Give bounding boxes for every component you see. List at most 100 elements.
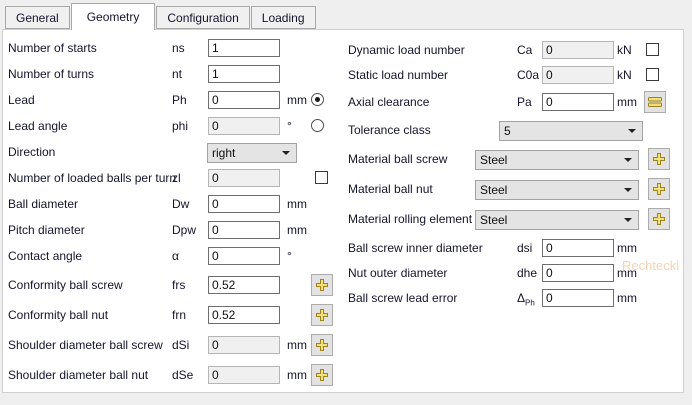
lead-radio[interactable] — [311, 93, 324, 106]
field-label: Number of loaded balls per turn — [8, 171, 176, 185]
field-label: Conformity ball screw — [8, 278, 123, 292]
field-label: Ball screw inner diameter — [348, 241, 483, 255]
nut-outer-diameter-input[interactable] — [542, 264, 614, 282]
number-of-starts-input[interactable] — [208, 39, 280, 57]
unit-label: kN — [617, 43, 632, 57]
static-load-checkbox[interactable] — [646, 68, 659, 81]
row-axial-clearance: Axial clearance Pa mm — [348, 93, 686, 115]
material-ball-nut-dropdown[interactable]: Steel — [475, 180, 639, 200]
row-material-ball-nut: Material ball nut Steel — [348, 180, 686, 202]
row-contact-angle: Contact angle α ° — [8, 247, 342, 269]
number-of-turns-input[interactable] — [208, 65, 280, 83]
row-conformity-ball-nut: Conformity ball nut frn — [8, 306, 342, 328]
tab-general[interactable]: General — [5, 6, 70, 29]
field-symbol: nt — [172, 67, 182, 81]
dropdown-value: Steel — [480, 183, 507, 197]
unit-label: mm — [617, 241, 637, 255]
unit-label: mm — [287, 197, 307, 211]
field-label: Ball screw lead error — [348, 291, 457, 305]
geometry-dialog: { "tabs": [ { "label": "General", "activ… — [0, 0, 692, 405]
tolerance-class-dropdown[interactable]: 5 — [499, 121, 643, 141]
direction-dropdown[interactable]: right — [207, 143, 297, 163]
material-ball-nut-plus-button[interactable] — [648, 178, 670, 200]
plus-icon — [652, 182, 666, 196]
row-ball-screw-inner-diameter: Ball screw inner diameter dsi mm — [348, 239, 686, 261]
field-label: Conformity ball nut — [8, 308, 108, 322]
field-label: Tolerance class — [348, 123, 431, 137]
field-symbol: ΔPh — [517, 291, 535, 307]
conformity-ball-nut-plus-button[interactable] — [311, 304, 333, 326]
field-symbol: dsi — [517, 241, 532, 255]
row-ball-diameter: Ball diameter Dw mm — [8, 195, 342, 217]
field-symbol: dSi — [172, 338, 189, 352]
field-label: Material ball screw — [348, 152, 447, 166]
dropdown-value: Steel — [480, 153, 507, 167]
chevron-down-icon — [624, 158, 632, 162]
field-symbol: phi — [172, 119, 188, 133]
field-label: Direction — [8, 145, 55, 159]
tab-geometry[interactable]: Geometry — [71, 3, 156, 30]
unit-label: mm — [287, 93, 307, 107]
pitch-diameter-input[interactable] — [208, 221, 280, 239]
row-nut-outer-diameter: Nut outer diameter dhe mm — [348, 264, 686, 286]
conformity-ball-screw-plus-button[interactable] — [311, 274, 333, 296]
unit-label: mm — [287, 368, 307, 382]
lead-angle-radio[interactable] — [311, 119, 324, 132]
plus-icon — [315, 338, 329, 352]
row-number-of-turns: Number of turns nt — [8, 65, 342, 87]
lead-input[interactable] — [208, 91, 280, 109]
field-symbol: ns — [172, 41, 185, 55]
material-ball-screw-plus-button[interactable] — [648, 148, 670, 170]
chevron-down-icon — [624, 218, 632, 222]
field-label: Number of turns — [8, 67, 94, 81]
unit-label: mm — [617, 95, 637, 109]
chevron-down-icon — [282, 151, 290, 155]
field-label: Axial clearance — [348, 95, 429, 109]
loaded-balls-checkbox[interactable] — [315, 171, 328, 184]
field-label: Material rolling element — [348, 212, 472, 226]
shoulder-diameter-ball-nut-input — [208, 366, 280, 384]
field-label: Lead angle — [8, 119, 67, 133]
field-label: Shoulder diameter ball screw — [8, 338, 163, 352]
list-icon — [648, 96, 662, 108]
ball-diameter-input[interactable] — [208, 195, 280, 213]
field-label: Dynamic load number — [348, 43, 465, 57]
contact-angle-input[interactable] — [208, 247, 280, 265]
row-static-load-number: Static load number C0a kN — [348, 66, 686, 88]
material-rolling-element-plus-button[interactable] — [648, 208, 670, 230]
axial-clearance-list-button[interactable] — [644, 91, 666, 113]
row-pitch-diameter: Pitch diameter Dpw mm — [8, 221, 342, 243]
tab-loading[interactable]: Loading — [251, 6, 316, 29]
axial-clearance-input[interactable] — [542, 93, 614, 111]
field-symbol: C0a — [517, 68, 539, 82]
field-label: Static load number — [348, 68, 448, 82]
row-shoulder-diameter-ball-nut: Shoulder diameter ball nut dSe mm — [8, 366, 342, 388]
shoulder-diameter-ball-screw-plus-button[interactable] — [311, 334, 333, 356]
row-material-ball-screw: Material ball screw Steel — [348, 150, 686, 172]
conformity-ball-screw-input[interactable] — [208, 276, 280, 294]
plus-icon — [315, 278, 329, 292]
unit-label: mm — [617, 266, 637, 280]
chevron-down-icon — [628, 129, 636, 133]
field-symbol: zl — [172, 171, 181, 185]
static-load-number-input — [542, 66, 614, 84]
tab-configuration[interactable]: Configuration — [156, 6, 249, 29]
row-loaded-balls: Number of loaded balls per turn zl — [8, 169, 342, 191]
row-ball-screw-lead-error: Ball screw lead error ΔPh mm — [348, 289, 686, 311]
field-label: Contact angle — [8, 249, 82, 263]
shoulder-diameter-ball-nut-plus-button[interactable] — [311, 364, 333, 386]
unit-label: ° — [287, 119, 292, 133]
conformity-ball-nut-input[interactable] — [208, 306, 280, 324]
material-rolling-element-dropdown[interactable]: Steel — [475, 210, 639, 230]
plus-icon — [652, 212, 666, 226]
ball-screw-lead-error-input[interactable] — [542, 289, 614, 307]
shoulder-diameter-ball-screw-input — [208, 336, 280, 354]
material-ball-screw-dropdown[interactable]: Steel — [475, 150, 639, 170]
dynamic-load-checkbox[interactable] — [646, 43, 659, 56]
row-lead-angle: Lead angle phi ° — [8, 117, 342, 139]
ball-screw-inner-diameter-input[interactable] — [542, 239, 614, 257]
loaded-balls-per-turn-input — [208, 169, 280, 187]
field-label: Shoulder diameter ball nut — [8, 368, 148, 382]
field-label: Number of starts — [8, 41, 97, 55]
plus-icon — [652, 152, 666, 166]
